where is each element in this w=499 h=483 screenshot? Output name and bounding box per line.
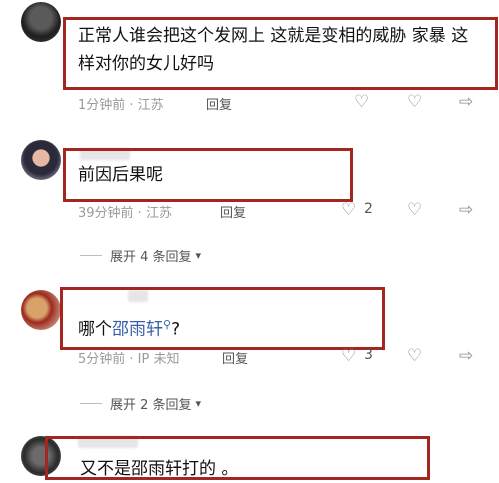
expand-replies-button[interactable]: 展开 4 条回复 ▾ [80,246,201,265]
like-count: 2 [364,201,373,217]
comment-meta: 39分钟前 · 江苏 [78,206,172,221]
avatar[interactable] [21,140,61,180]
comment-text: 又不是邵雨轩打的 。 [80,459,239,479]
avatar[interactable] [21,2,61,42]
reply-button[interactable]: 回复 [220,202,246,221]
avatar[interactable] [21,290,61,330]
comment-text: 前因后果呢 [78,165,163,185]
comment-text: 哪个邵雨轩⚲? [78,311,180,344]
chevron-down-icon: ▾ [195,397,202,410]
reply-button[interactable]: 回复 [222,348,248,367]
heart-icon[interactable]: ♡ [354,93,369,111]
comment-meta: 5分钟前 · IP 未知 [78,352,180,367]
chevron-down-icon: ▾ [195,249,202,262]
broken-heart-icon[interactable]: ♡ [407,201,422,219]
expand-replies-button[interactable]: 展开 2 条回复 ▾ [80,394,201,413]
heart-icon[interactable]: ♡ [341,201,356,219]
divider-line [80,403,102,404]
comment-text: 正常人谁会把这个发网上 这就是变相的威胁 家暴 这样对你的女儿好吗 [78,26,469,74]
broken-heart-icon[interactable]: ♡ [407,93,422,111]
comment-text-before: 哪个 [78,319,112,340]
expand-replies-label: 展开 2 条回复 [110,398,192,413]
like-count: 3 [364,347,373,363]
expand-replies-label: 展开 4 条回复 [110,250,192,265]
heart-icon[interactable]: ♡ [341,347,356,365]
share-arrow-icon[interactable]: ⇨ [459,93,473,111]
share-arrow-icon[interactable]: ⇨ [459,347,473,365]
reply-button[interactable]: 回复 [206,94,232,113]
mention-link[interactable]: 邵雨轩 [112,320,163,340]
comment-text-after: ? [171,319,181,340]
share-arrow-icon[interactable]: ⇨ [459,201,473,219]
broken-heart-icon[interactable]: ♡ [407,347,422,365]
comment-meta: 1分钟前 · 江苏 [78,98,164,113]
divider-line [80,255,102,256]
search-icon[interactable]: ⚲ [163,318,171,331]
